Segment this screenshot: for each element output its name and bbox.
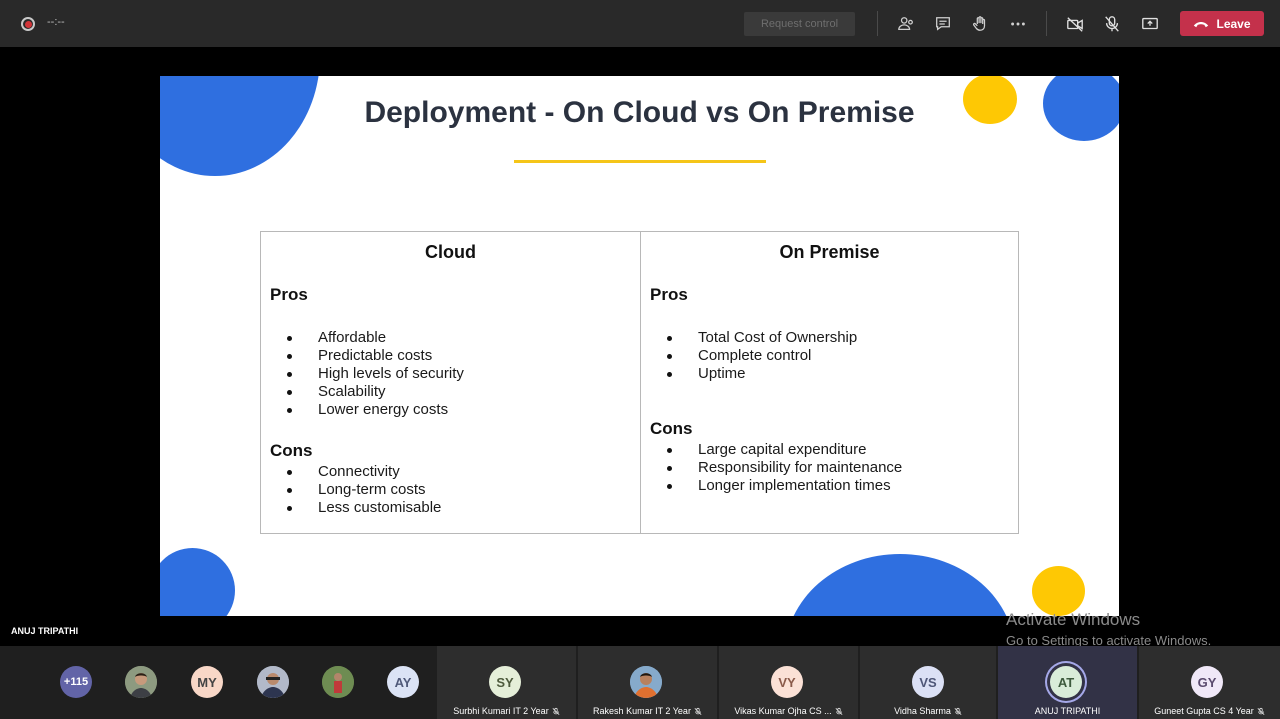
- list-item: Lower energy costs: [261, 401, 464, 419]
- participant-tile[interactable]: Rakesh Kumar IT 2 Year: [578, 646, 717, 719]
- overflow-participants-button[interactable]: +115: [60, 666, 92, 698]
- title-underline: [514, 160, 766, 163]
- list-item: Long-term costs: [261, 481, 441, 499]
- on-premise-cons-label: Cons: [650, 419, 693, 438]
- list-item: Total Cost of Ownership: [641, 329, 857, 347]
- participant-avatar: VS: [912, 666, 944, 698]
- slide-title: Deployment - On Cloud vs On Premise: [364, 96, 915, 129]
- chat-icon[interactable]: [932, 13, 954, 35]
- cloud-pros-list: Affordable Predictable costs High levels…: [261, 329, 464, 419]
- participant-name: Rakesh Kumar IT 2 Year: [578, 706, 717, 716]
- hang-up-icon: [1194, 21, 1209, 27]
- participant-tile[interactable]: SY Surbhi Kumari IT 2 Year: [437, 646, 576, 719]
- list-item: Affordable: [261, 329, 464, 347]
- request-control-button[interactable]: Request control: [744, 12, 855, 36]
- list-item: Uptime: [641, 365, 857, 383]
- participant-tile[interactable]: GY Guneet Gupta CS 4 Year: [1139, 646, 1280, 719]
- list-item: Responsibility for maintenance: [641, 459, 902, 477]
- participant-tile[interactable]: VY Vikas Kumar Ojha CS ...: [719, 646, 858, 719]
- list-item: Large capital expenditure: [641, 441, 902, 459]
- participant-avatar: GY: [1191, 666, 1223, 698]
- participant-photo-avatar: [630, 666, 662, 698]
- activate-windows-watermark: Activate Windows: [1006, 610, 1141, 629]
- toolbar-divider: [877, 11, 878, 36]
- participant-name: ANUJ TRIPATHI: [1034, 706, 1101, 716]
- mic-off-icon: [1257, 707, 1265, 715]
- participant-avatar: AT: [1050, 666, 1082, 698]
- participants-icon[interactable]: [895, 13, 917, 35]
- decor-circle-yellow: [1032, 566, 1085, 616]
- participant-avatar: VY: [771, 666, 803, 698]
- cloud-cons-label: Cons: [270, 441, 313, 460]
- more-options-icon[interactable]: [1007, 13, 1029, 35]
- participant-name: Vidha Sharma: [860, 706, 996, 716]
- participant-photo-avatar[interactable]: [257, 666, 289, 698]
- on-premise-column: On Premise Pros Total Cost of Ownership …: [641, 232, 1018, 533]
- list-item: Less customisable: [261, 499, 441, 517]
- list-item: Longer implementation times: [641, 477, 902, 495]
- list-item: Connectivity: [261, 463, 441, 481]
- on-premise-pros-label: Pros: [650, 285, 688, 304]
- list-item: High levels of security: [261, 365, 464, 383]
- list-item: Predictable costs: [261, 347, 464, 365]
- leave-label: Leave: [1216, 16, 1251, 31]
- share-screen-icon[interactable]: [1139, 13, 1161, 35]
- camera-off-icon[interactable]: [1064, 13, 1086, 35]
- cloud-pros-label: Pros: [270, 285, 308, 304]
- participant-photo-avatar[interactable]: [322, 666, 354, 698]
- meeting-timer: --:--: [47, 16, 65, 28]
- list-item: Complete control: [641, 347, 857, 365]
- cloud-heading: Cloud: [425, 242, 476, 262]
- comparison-table: Cloud Pros Affordable Predictable costs …: [260, 231, 1019, 534]
- on-premise-cons-list: Large capital expenditure Responsibility…: [641, 441, 902, 495]
- participant-tile-speaking[interactable]: AT ANUJ TRIPATHI: [998, 646, 1137, 719]
- meeting-toolbar: --:-- Request control Leave: [0, 0, 1280, 47]
- participant-name: Vikas Kumar Ojha CS ...: [719, 706, 858, 716]
- participant-photo-avatar[interactable]: [125, 666, 157, 698]
- participant-avatar[interactable]: MY: [191, 666, 223, 698]
- mic-off-icon: [835, 707, 843, 715]
- leave-button[interactable]: Leave: [1180, 11, 1264, 36]
- participant-avatar: SY: [489, 666, 521, 698]
- participants-bar: +115 MY AY SY Surbhi Kumari IT 2 Year Ra…: [0, 646, 1280, 719]
- participant-tile[interactable]: VS Vidha Sharma: [860, 646, 996, 719]
- mic-off-icon: [694, 707, 702, 715]
- participant-name: Surbhi Kumari IT 2 Year: [437, 706, 576, 716]
- participant-avatar[interactable]: AY: [387, 666, 419, 698]
- decor-circle-blue: [160, 548, 235, 616]
- recording-icon: [21, 17, 35, 31]
- raise-hand-icon[interactable]: [969, 13, 991, 35]
- participant-name: Guneet Gupta CS 4 Year: [1139, 706, 1280, 716]
- presenter-name: ANUJ TRIPATHI: [11, 626, 79, 636]
- cloud-column: Cloud Pros Affordable Predictable costs …: [261, 232, 641, 533]
- mic-off-icon[interactable]: [1101, 13, 1123, 35]
- shared-slide: Deployment - On Cloud vs On Premise Clou…: [160, 76, 1119, 616]
- mic-off-icon: [954, 707, 962, 715]
- cloud-cons-list: Connectivity Long-term costs Less custom…: [261, 463, 441, 517]
- on-premise-heading: On Premise: [779, 242, 880, 262]
- decor-circle-blue: [785, 554, 1015, 616]
- mic-off-icon: [552, 707, 560, 715]
- on-premise-pros-list: Total Cost of Ownership Complete control…: [641, 329, 857, 383]
- toolbar-divider: [1046, 11, 1047, 36]
- list-item: Scalability: [261, 383, 464, 401]
